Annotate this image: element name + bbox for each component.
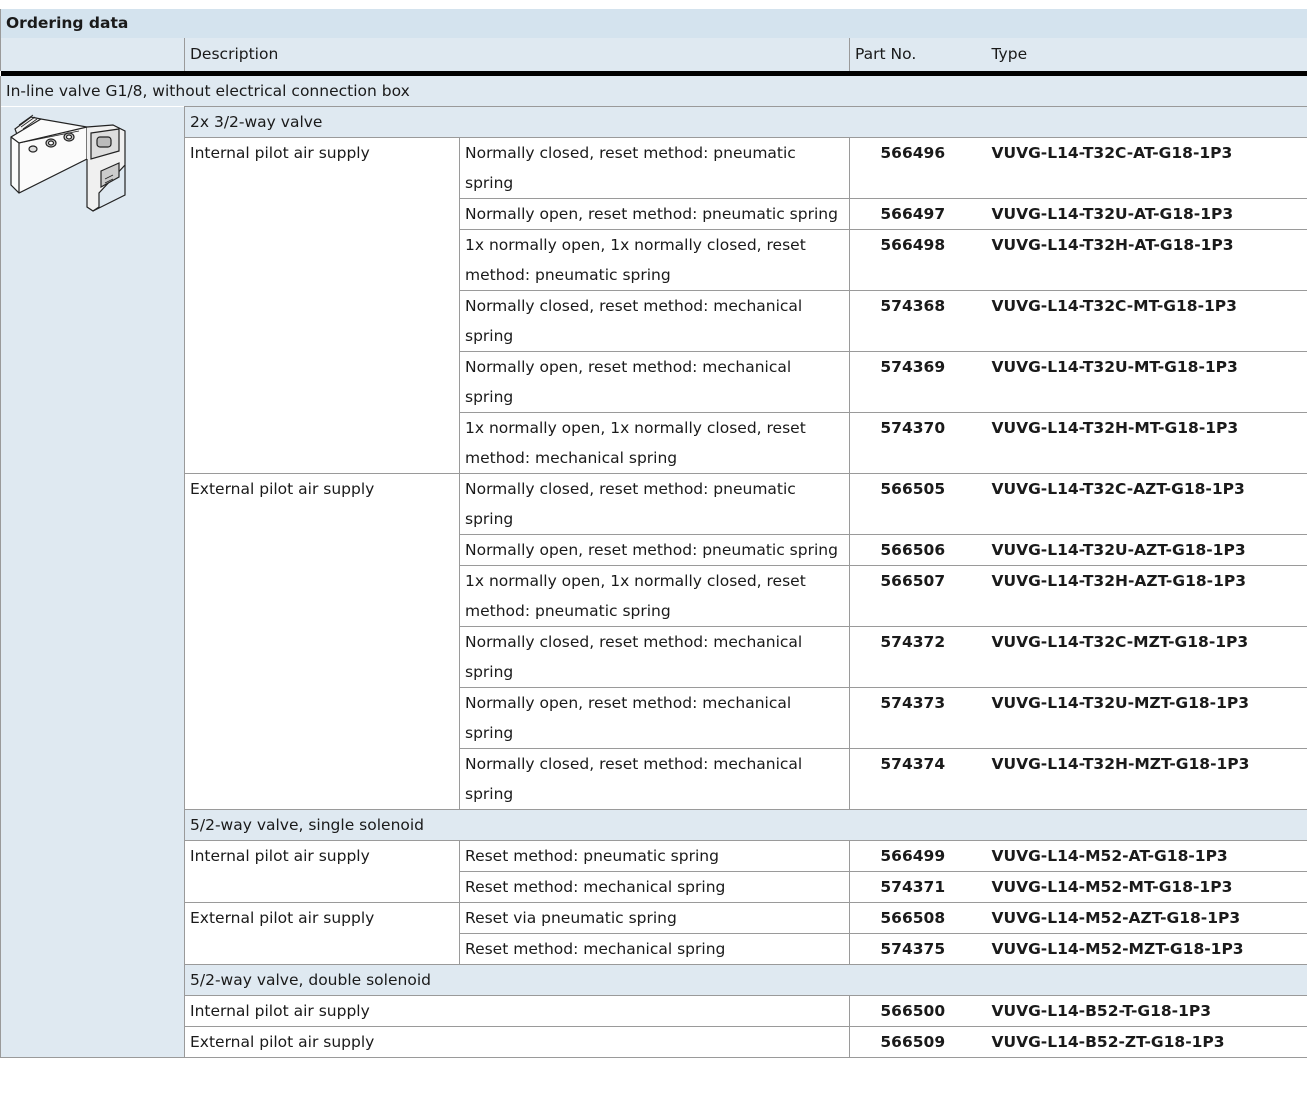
table-row: Internal pilot air supply Normally closed… [1,137,1307,474]
row-type: VUVG-L14-T32C-AT-G18-1P3 [975,137,1307,199]
pilot-supply-label: Internal pilot air supply [184,137,460,474]
header-image-spacer [0,38,185,71]
group-label: In-line valve G1/8, without electrical c… [0,76,1307,107]
column-header-row: Description Part No. Type [0,38,1307,71]
ordering-data-table: Ordering data Description Part No. Type … [0,9,1307,1058]
header-part-no: Part No. [849,38,976,71]
row-description: Normally open, reset method: mechanical … [459,687,850,749]
section-label: 2x 3/2-way valve [183,106,1307,138]
table-row: External pilot air supply Normally closed… [1,473,1307,810]
row-type: VUVG-L14-T32H-MZT-G18-1P3 [975,748,1307,810]
row-part-no: 574372 [849,626,976,688]
row-type: VUVG-L14-M52-AZT-G18-1P3 [975,902,1307,934]
pilot-supply-label: External pilot air supply [184,473,460,810]
row-type: VUVG-L14-T32U-AT-G18-1P3 [975,198,1307,230]
row-type: VUVG-L14-T32C-MZT-G18-1P3 [975,626,1307,688]
row-part-no: 566498 [849,229,976,291]
row-description: Normally closed, reset method: pneumatic… [459,137,850,199]
row-part-no: 574369 [849,351,976,413]
table-row: External pilot air supply Reset via pneum… [1,902,1307,965]
row-type: VUVG-L14-T32H-MT-G18-1P3 [975,412,1307,474]
row-description: Normally closed, reset method: pneumatic… [459,473,850,535]
table-title: Ordering data [0,9,1307,38]
row-type: VUVG-L14-M52-AT-G18-1P3 [975,840,1307,872]
row-part-no: 574373 [849,687,976,749]
row-description: Internal pilot air supply [184,995,850,1027]
header-description: Description [184,38,850,71]
row-type: VUVG-L14-T32C-AZT-G18-1P3 [975,473,1307,535]
row-type: VUVG-L14-B52-T-G18-1P3 [975,995,1307,1027]
row-part-no: 566508 [849,902,976,934]
row-part-no: 574370 [849,412,976,474]
row-part-no: 566496 [849,137,976,199]
row-description: Reset method: mechanical spring [459,871,850,903]
section-header-row: 5/2-way valve, double solenoid [1,964,1307,996]
table-row: Internal pilot air supply Reset method: p… [1,840,1307,903]
row-description: External pilot air supply [184,1026,850,1058]
row-part-no: 566507 [849,565,976,627]
section-label: 5/2-way valve, double solenoid [183,964,1307,996]
row-description: Reset method: mechanical spring [459,933,850,965]
valve-image-cell [0,106,185,1058]
row-type: VUVG-L14-T32U-MZT-G18-1P3 [975,687,1307,749]
pilot-supply-label: Internal pilot air supply [184,840,460,903]
row-description: Reset via pneumatic spring [459,902,850,934]
row-part-no: 574371 [849,871,976,903]
row-part-no: 574375 [849,933,976,965]
row-type: VUVG-L14-T32U-AZT-G18-1P3 [975,534,1307,566]
row-part-no: 566500 [849,995,976,1027]
row-part-no: 566497 [849,198,976,230]
row-type: VUVG-L14-T32H-AZT-G18-1P3 [975,565,1307,627]
row-type: VUVG-L14-T32H-AT-G18-1P3 [975,229,1307,291]
row-part-no: 566509 [849,1026,976,1058]
row-part-no: 574368 [849,290,976,352]
row-description: Normally open, reset method: pneumatic s… [459,198,850,230]
row-part-no: 574374 [849,748,976,810]
row-description: Normally closed, reset method: mechanica… [459,626,850,688]
table-row: Internal pilot air supply 566500 VUVG-L14-… [1,995,1307,1027]
row-description: 1x normally open, 1x normally closed, re… [459,229,850,291]
row-description: Normally closed, reset method: mechanica… [459,748,850,810]
row-part-no: 566505 [849,473,976,535]
row-description: Normally closed, reset method: mechanica… [459,290,850,352]
row-type: VUVG-L14-T32C-MT-G18-1P3 [975,290,1307,352]
pilot-supply-label: External pilot air supply [184,902,460,965]
ordering-data-page: Ordering data Description Part No. Type … [0,9,1307,1058]
group-row: In-line valve G1/8, without electrical c… [0,76,1307,107]
row-part-no: 566499 [849,840,976,872]
row-type: VUVG-L14-M52-MZT-G18-1P3 [975,933,1307,965]
header-type: Type [975,38,1307,71]
row-description: 1x normally open, 1x normally closed, re… [459,565,850,627]
section-label: 5/2-way valve, single solenoid [183,809,1307,841]
row-description: 1x normally open, 1x normally closed, re… [459,412,850,474]
row-description: Normally open, reset method: pneumatic s… [459,534,850,566]
row-part-no: 566506 [849,534,976,566]
section-header-row: 2x 3/2-way valve [0,106,1307,1058]
table-row: External pilot air supply 566509 VUVG-L14-… [1,1026,1307,1058]
title-row: Ordering data [0,9,1307,38]
row-type: VUVG-L14-B52-ZT-G18-1P3 [975,1026,1307,1058]
section-header-row: 5/2-way valve, single solenoid [1,809,1307,841]
row-type: VUVG-L14-M52-MT-G18-1P3 [975,871,1307,903]
row-type: VUVG-L14-T32U-MT-G18-1P3 [975,351,1307,413]
row-description: Reset method: pneumatic spring [459,840,850,872]
row-description: Normally open, reset method: mechanical … [459,351,850,413]
valve-product-image [10,114,126,212]
